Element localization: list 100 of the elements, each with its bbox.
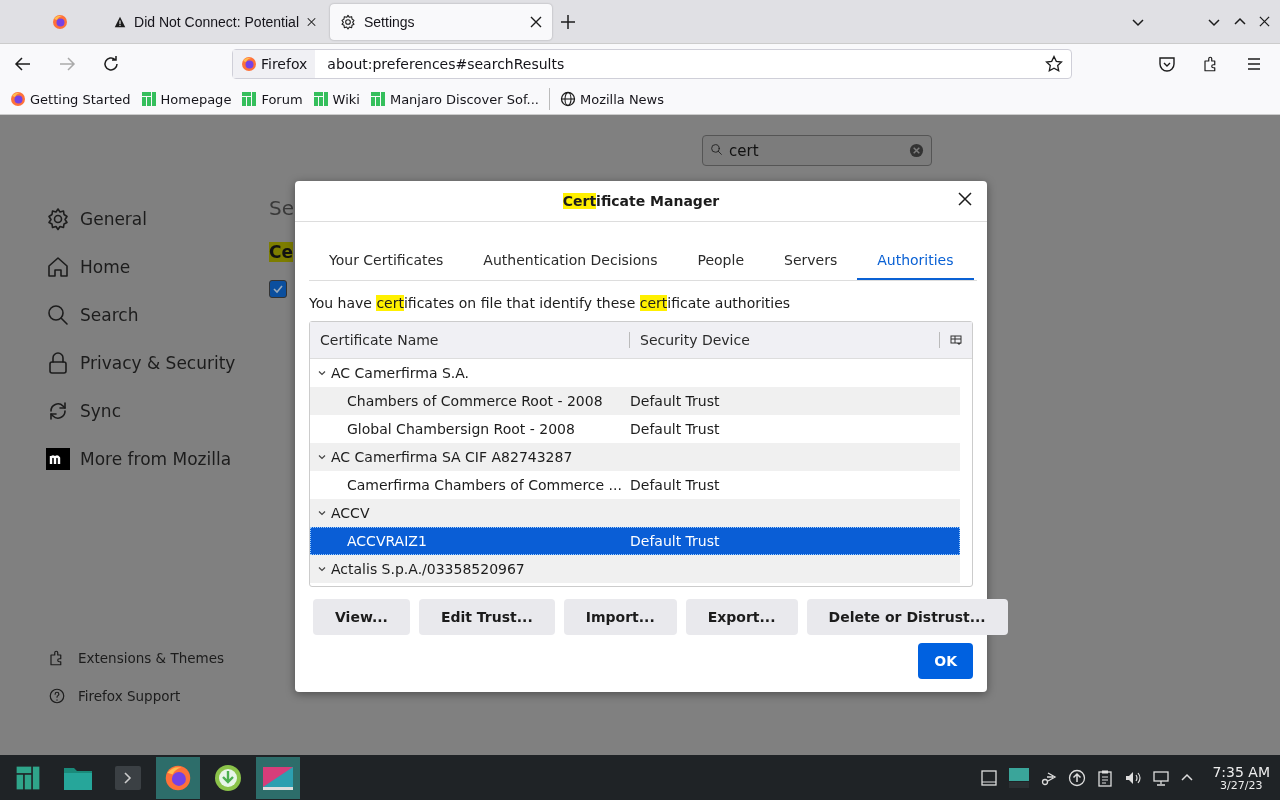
network-icon[interactable]	[1152, 768, 1171, 787]
dialog-title: Certificate Manager	[562, 193, 720, 209]
security-device: Default Trust	[630, 477, 721, 493]
search-icon	[46, 303, 70, 327]
twisty-icon[interactable]	[317, 452, 327, 462]
security-device: Default Trust	[630, 421, 721, 437]
tree-row[interactable]: Actalis S.p.A./03358520967	[310, 555, 960, 583]
firefox-icon	[10, 91, 26, 107]
firefox-icon	[241, 56, 257, 72]
section-heading: Ce	[269, 242, 293, 262]
dialog-tab[interactable]: Authorities	[857, 242, 974, 280]
back-arrow-icon	[14, 55, 32, 73]
sidebar-item[interactable]: Sync	[46, 387, 255, 435]
twisty-icon[interactable]	[317, 564, 327, 574]
sidebar-link[interactable]: Extensions & Themes	[46, 639, 255, 677]
identity-label[interactable]: Firefox	[233, 50, 316, 78]
dialog-button[interactable]: Export...	[685, 599, 798, 635]
firefox-icon	[52, 13, 68, 30]
address-bar[interactable]: Firefox about:preferences#searchResults	[232, 49, 1072, 79]
clipboard-icon[interactable]	[1096, 768, 1115, 787]
bookmark-link[interactable]: Forum	[241, 91, 303, 107]
terminal-icon	[114, 764, 142, 791]
dialog-tab[interactable]: Servers	[764, 242, 858, 280]
certificate-name: ACCVRAIZ1	[346, 533, 428, 549]
bookmark-link[interactable]: Wiki	[312, 91, 360, 107]
security-device: Default Trust	[630, 393, 721, 409]
help-icon	[48, 687, 66, 705]
tree-row[interactable]: Chambers of Commerce Root - 2008 Default Trust	[310, 387, 960, 415]
firefox-icon	[164, 763, 192, 792]
close-icon	[307, 15, 316, 28]
tree-row[interactable]: ACCV	[310, 499, 960, 527]
desktop-preview-icon[interactable]	[1008, 766, 1031, 789]
clear-icon[interactable]	[909, 143, 924, 158]
page-heading: Se	[269, 196, 294, 220]
screenshot-app-button[interactable]	[256, 756, 300, 799]
group-name: Actalis S.p.A./03358520967	[330, 561, 526, 577]
certificate-name: Chambers of Commerce Root - 2008	[346, 393, 604, 409]
bookmark-link[interactable]: Mozilla News	[559, 91, 665, 107]
star-icon[interactable]	[1045, 55, 1063, 73]
security-device: Default Trust	[630, 533, 721, 549]
ok-button[interactable]: OK	[918, 643, 973, 679]
lock-icon	[46, 351, 70, 375]
group-name: ACCV	[330, 505, 371, 521]
column-header[interactable]: Security Device	[630, 332, 940, 348]
reload-icon	[102, 55, 120, 73]
bookmark-link[interactable]: Manjaro Discover Sof...	[369, 91, 539, 107]
dialog-button[interactable]: Import...	[563, 599, 677, 635]
bookmark-link[interactable]: Getting Started	[10, 91, 131, 107]
forward-arrow-icon	[58, 55, 76, 73]
search-icon	[710, 143, 723, 156]
group-name: AC Camerfirma SA CIF A82743287	[330, 449, 574, 465]
manjaro-icon	[241, 91, 258, 107]
search-field[interactable]: cert	[702, 135, 932, 166]
menu-icon	[1246, 56, 1262, 72]
column-picker-icon[interactable]	[950, 334, 962, 346]
settings-icon	[340, 13, 356, 30]
checkmark-icon	[272, 283, 284, 295]
dialog-tab[interactable]: Authentication Decisions	[463, 242, 678, 280]
window-icon[interactable]	[980, 768, 999, 787]
dialog-button[interactable]: View...	[313, 599, 410, 635]
certificate-name: Global Chambersign Root - 2008	[346, 421, 576, 437]
manjaro-icon	[312, 91, 329, 107]
tree-row[interactable]: AC Camerfirma SA CIF A82743287	[310, 443, 960, 471]
sidebar-item[interactable]: Search	[46, 291, 255, 339]
clock[interactable]: 7:35 AM 3/27/23	[1212, 763, 1270, 792]
column-header[interactable]: Certificate Name	[310, 332, 630, 348]
certificate-name: Camerfirma Chambers of Commerce ...	[346, 477, 623, 493]
dialog-tab[interactable]: People	[677, 242, 764, 280]
close-icon	[530, 15, 542, 28]
manjaro-icon	[140, 91, 157, 107]
bookmark-link[interactable]: Homepage	[140, 91, 232, 107]
app-icon	[262, 764, 294, 791]
dialog-button[interactable]: Edit Trust...	[418, 599, 555, 635]
pocket-icon	[1158, 55, 1176, 73]
dialog-button[interactable]: Delete or Distrust...	[806, 599, 1008, 635]
plus-icon	[560, 13, 576, 30]
dialog-tab[interactable]: Your Certificates	[309, 242, 464, 280]
close-icon	[957, 191, 973, 207]
twisty-icon[interactable]	[317, 368, 327, 378]
url-text: about:preferences#searchResults	[326, 56, 566, 72]
sidebar-item[interactable]: Home	[46, 243, 255, 291]
checkbox[interactable]	[269, 280, 287, 298]
mozilla-icon	[46, 447, 70, 471]
update-icon[interactable]	[1068, 768, 1087, 787]
browser-tab[interactable]: Settings	[330, 3, 552, 40]
sidebar-item[interactable]: Privacy & Security	[46, 339, 255, 387]
sidebar-link[interactable]: Firefox Support	[46, 677, 255, 715]
manjaro-icon	[15, 764, 41, 791]
globe-icon	[559, 91, 576, 107]
sidebar-item[interactable]: General	[46, 195, 255, 243]
close-icon	[1259, 16, 1270, 27]
tree-row[interactable]: ACCVRAIZ1 Default Trust	[310, 527, 960, 555]
manjaro-icon	[369, 91, 386, 107]
browser-tab[interactable]: Did Not Connect: Potential	[104, 3, 326, 40]
sidebar-item[interactable]: More from Mozilla	[46, 435, 255, 483]
settings-icon	[46, 207, 70, 231]
home-icon	[46, 255, 70, 279]
group-name: AC Camerfirma S.A.	[330, 365, 471, 381]
twisty-icon[interactable]	[317, 508, 327, 518]
firefox-taskbar-button[interactable]	[156, 756, 200, 799]
